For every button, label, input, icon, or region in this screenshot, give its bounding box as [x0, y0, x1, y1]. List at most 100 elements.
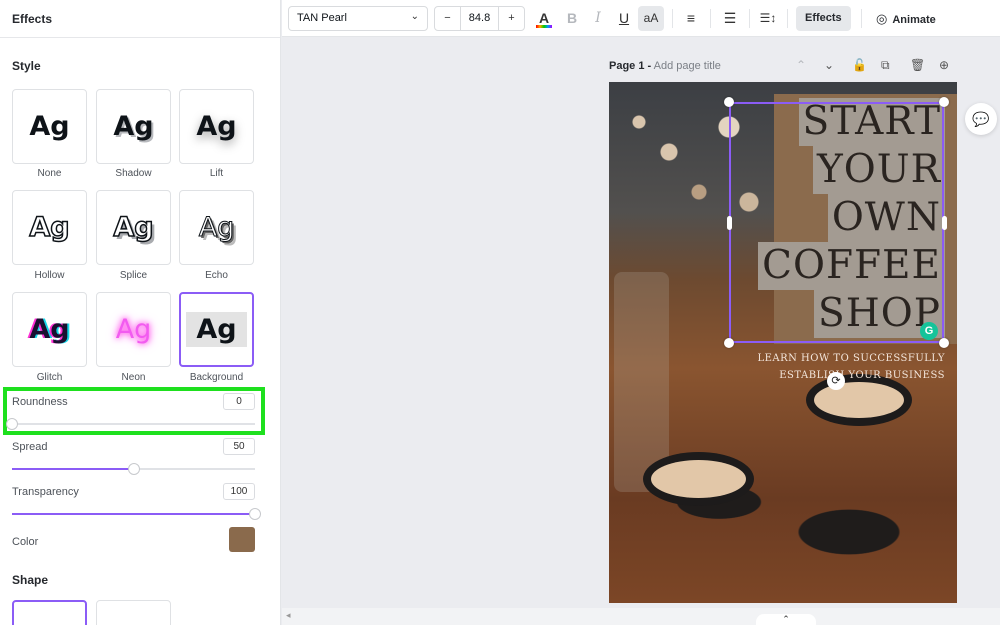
style-label: Shadow: [115, 168, 152, 179]
slider-thumb[interactable]: [249, 508, 261, 520]
style-label: Hollow: [34, 270, 65, 281]
style-preview: Ag: [115, 314, 152, 345]
effects-button[interactable]: Effects: [796, 6, 851, 31]
duplicate-page-icon[interactable]: ⧉: [881, 58, 890, 73]
style-glitch[interactable]: Ag: [12, 292, 87, 367]
text-color-icon[interactable]: A: [532, 6, 556, 31]
subtitle-line: LEARN HOW TO SUCCESSFULLY: [757, 353, 945, 364]
style-echo[interactable]: Ag: [179, 190, 254, 265]
shape-option-2[interactable]: [96, 600, 171, 625]
slider-fill: [12, 468, 134, 470]
style-none[interactable]: Ag: [12, 89, 87, 164]
page-label: Page 1 -: [609, 60, 652, 72]
font-size-stepper: − 84.8 +: [434, 6, 525, 31]
style-label: Background: [189, 372, 244, 383]
roundness-slider[interactable]: [6, 418, 255, 430]
lock-icon[interactable]: 🔓: [852, 58, 867, 72]
text-toolbar: TAN Pearl ⌄ − 84.8 + A B I U aA ≡ ☰ ☰↕ E…: [282, 0, 1000, 37]
bold-icon[interactable]: B: [560, 6, 584, 31]
horizontal-scrollbar[interactable]: ◂: [282, 608, 1000, 625]
toolbar-divider: [749, 9, 750, 28]
list-icon[interactable]: ☰: [718, 6, 742, 31]
transparency-slider[interactable]: [12, 508, 261, 520]
add-page-icon[interactable]: ⊕: [939, 58, 949, 72]
resize-handle-left[interactable]: [727, 216, 732, 230]
spread-slider[interactable]: [12, 463, 255, 475]
canva-editor: Effects Style Ag None Ag Shadow Ag Lift …: [0, 0, 1000, 625]
chevron-down-icon: ⌄: [410, 11, 419, 22]
style-hollow[interactable]: Ag: [12, 190, 87, 265]
style-preview: Ag: [113, 211, 155, 244]
style-neon[interactable]: Ag: [96, 292, 171, 367]
style-section-title: Style: [12, 59, 41, 73]
roundness-label: Roundness: [12, 396, 68, 408]
page-title-input[interactable]: Add page title: [654, 60, 721, 72]
toolbar-divider: [710, 9, 711, 28]
spread-label: Spread: [12, 441, 48, 453]
style-label: Lift: [209, 168, 224, 179]
resize-handle-bottom-left[interactable]: [724, 338, 734, 348]
animate-button[interactable]: ◎ Animate: [867, 6, 945, 31]
style-label: None: [37, 168, 62, 179]
style-label: Glitch: [36, 372, 63, 383]
toolbar-divider: [861, 9, 862, 28]
spacing-icon[interactable]: ☰↕: [756, 6, 780, 31]
style-preview: Ag: [186, 312, 247, 347]
animate-icon: ◎: [876, 11, 888, 26]
scroll-left-icon[interactable]: ◂: [286, 610, 291, 621]
style-background[interactable]: Ag: [179, 292, 254, 367]
resize-handle-right[interactable]: [942, 216, 947, 230]
grammarly-icon[interactable]: G: [920, 322, 938, 340]
toolbar-divider: [787, 9, 788, 28]
style-shadow[interactable]: Ag: [96, 89, 171, 164]
panel-title: Effects: [0, 0, 280, 38]
font-family-select[interactable]: TAN Pearl ⌄: [288, 6, 428, 31]
style-label: Neon: [121, 372, 146, 383]
coffee-cup-back: [814, 382, 904, 418]
transparency-input[interactable]: 100: [223, 483, 255, 500]
selection-box: [729, 102, 944, 343]
delete-page-icon[interactable]: 🗑: [910, 58, 925, 72]
shape-option-1[interactable]: [12, 600, 87, 625]
add-comment-icon[interactable]: 💬: [965, 103, 997, 135]
subtitle-line: ESTABLISH YOUR BUSINESS: [779, 370, 945, 381]
style-preview: Ag: [113, 111, 154, 142]
resize-handle-top-right[interactable]: [939, 97, 949, 107]
spread-input[interactable]: 50: [223, 438, 255, 455]
align-right-icon[interactable]: ≡: [679, 6, 703, 31]
style-preview: Ag: [29, 111, 70, 142]
letter-case-icon[interactable]: aA: [638, 6, 664, 31]
style-preview: Ag: [29, 314, 70, 345]
style-label: Splice: [119, 270, 148, 281]
resize-handle-bottom-right[interactable]: [939, 338, 949, 348]
design-page[interactable]: START YOUR OWN COFFEE SHOP LEARN HOW TO …: [609, 82, 957, 603]
expand-pages-button[interactable]: ⌃: [756, 614, 816, 625]
italic-icon[interactable]: I: [586, 6, 610, 31]
increase-size-button[interactable]: +: [499, 7, 524, 30]
animate-label: Animate: [892, 14, 936, 26]
font-size-input[interactable]: 84.8: [460, 7, 499, 30]
underline-icon[interactable]: U: [612, 6, 636, 31]
glass-vase-image: [614, 272, 669, 492]
slider-thumb[interactable]: [127, 463, 140, 475]
page-up-icon[interactable]: ⌃: [796, 58, 806, 72]
slider-fill: [12, 513, 255, 515]
effects-panel: Effects Style Ag None Ag Shadow Ag Lift …: [0, 0, 281, 625]
color-swatch[interactable]: [229, 527, 255, 552]
style-preview: Ag: [198, 212, 235, 244]
slider-track: [12, 423, 255, 425]
subtitle-text[interactable]: LEARN HOW TO SUCCESSFULLY ESTABLISH YOUR…: [757, 350, 945, 384]
font-name: TAN Pearl: [297, 12, 347, 24]
page-down-icon[interactable]: ⌄: [824, 58, 834, 72]
style-label: Echo: [205, 270, 228, 281]
rotate-icon[interactable]: ⟳: [827, 372, 845, 390]
decrease-size-button[interactable]: −: [435, 7, 460, 30]
toolbar-divider: [672, 9, 673, 28]
resize-handle-top-left[interactable]: [724, 97, 734, 107]
style-splice[interactable]: Ag: [96, 190, 171, 265]
page-header: Page 1 - Add page title: [609, 60, 721, 72]
style-lift[interactable]: Ag: [179, 89, 254, 164]
grammarly-letter: G: [924, 325, 934, 337]
roundness-input[interactable]: 0: [223, 393, 255, 410]
slider-thumb[interactable]: [6, 418, 18, 430]
